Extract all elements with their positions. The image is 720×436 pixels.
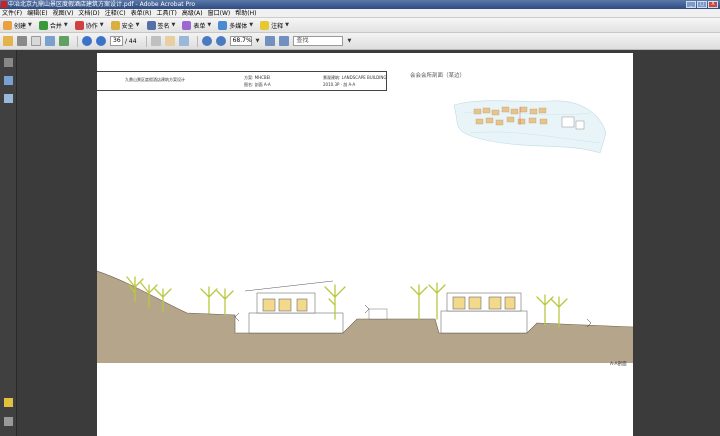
menu-forms[interactable]: 表单(R)	[131, 9, 152, 17]
comment-icon	[260, 20, 270, 30]
chevron-down-icon: ▼	[249, 22, 254, 28]
designer-line-2: 图名: 剖面 A-A	[244, 82, 271, 87]
window-title: 中冶北京九鼎山景区度假酒店建筑方案设计.pdf - Adobe Acrobat …	[8, 1, 196, 8]
select-cursor-icon[interactable]	[150, 36, 161, 46]
zoom-level-input[interactable]: 68.7%	[229, 36, 252, 46]
menu-comments[interactable]: 注释(C)	[105, 9, 126, 17]
pen-icon	[146, 20, 156, 30]
hand-tool-icon[interactable]	[164, 36, 175, 46]
section-label: A-A剖面	[610, 362, 627, 367]
comment-button[interactable]: 注释 ▼	[260, 20, 289, 30]
comments-panel-icon[interactable]	[4, 398, 13, 407]
create-pdf-icon	[3, 20, 12, 30]
secure-button[interactable]: 安全 ▼	[110, 20, 140, 30]
create-button[interactable]: 创建 ▼	[3, 20, 32, 30]
title-bar: 中冶北京九鼎山景区度假酒店建筑方案设计.pdf - Adobe Acrobat …	[0, 0, 720, 9]
combine-button[interactable]: 合并 ▼	[38, 20, 68, 30]
building-left	[244, 280, 344, 334]
chevron-down-icon: ▼	[207, 22, 212, 28]
terrain-section	[97, 271, 633, 363]
pdf-page: 九鼎山景区度假酒店建筑方案设计 方案: MHCBEI 图名: 剖面 A-A 景观…	[97, 53, 633, 436]
signatures-panel-icon[interactable]	[4, 94, 13, 103]
sign-label: 签名	[157, 22, 170, 30]
site-key-plan	[453, 100, 607, 154]
form-icon	[182, 20, 192, 30]
print-icon[interactable]	[17, 36, 27, 46]
page-count: / 44	[125, 37, 137, 45]
menu-advanced[interactable]: 高级(A)	[182, 9, 203, 17]
forms-label: 表单	[193, 22, 206, 30]
menu-window[interactable]: 窗口(W)	[208, 9, 231, 17]
collaborate-button[interactable]: 协作 ▼	[74, 20, 104, 30]
page-number-input[interactable]: 36	[110, 36, 123, 46]
combine-files-icon	[38, 20, 48, 30]
collaborate-icon	[74, 20, 84, 30]
section-drawing	[97, 270, 633, 363]
chevron-down-icon: ▼	[99, 22, 104, 28]
menu-tools[interactable]: 工具(T)	[156, 9, 176, 17]
fit-width-icon[interactable]	[279, 36, 290, 46]
chevron-down-icon: ▼	[63, 22, 68, 28]
email-icon[interactable]	[45, 36, 55, 46]
chevron-down-icon: ▼	[171, 22, 176, 28]
forms-button[interactable]: 表单 ▼	[182, 20, 212, 30]
zoom-in-icon[interactable]	[215, 36, 226, 46]
design-line-2: 2010.3P · 剖 A-A	[323, 82, 356, 87]
create-label: 创建	[14, 22, 27, 30]
design-line-1: 景观建筑: LANDSCAPE BUILDING	[323, 75, 387, 80]
share-icon[interactable]	[59, 36, 69, 46]
zoom-out-icon[interactable]	[201, 36, 212, 46]
secure-label: 安全	[121, 22, 134, 30]
maximize-button[interactable]: □	[697, 1, 707, 8]
menu-view[interactable]: 视图(V)	[53, 9, 74, 17]
multimedia-button[interactable]: 多媒体 ▼	[218, 20, 254, 30]
menu-help[interactable]: 帮助(H)	[235, 9, 256, 17]
window-controls: _ □ X	[686, 1, 718, 8]
toolbar-divider	[77, 35, 78, 47]
save-icon[interactable]	[31, 36, 41, 46]
fit-page-icon[interactable]	[265, 36, 276, 46]
combine-label: 合并	[49, 22, 62, 30]
menu-bar: 文件(F) 编辑(E) 视图(V) 文档(D) 注释(C) 表单(R) 工具(T…	[0, 9, 720, 18]
menu-edit[interactable]: 编辑(E)	[27, 9, 47, 17]
menu-file[interactable]: 文件(F)	[2, 9, 22, 17]
collaborate-label: 协作	[85, 22, 98, 30]
find-input[interactable]: 查找	[293, 36, 344, 46]
navigation-pane	[0, 50, 17, 436]
designer-line-1: 方案: MHCBEI	[244, 75, 271, 80]
chevron-down-icon[interactable]: ▼	[256, 38, 260, 44]
close-button[interactable]: X	[708, 1, 718, 8]
lock-icon	[110, 20, 120, 30]
toolbar-divider	[196, 35, 198, 47]
building-right	[440, 292, 528, 334]
attachments-panel-icon[interactable]	[4, 417, 13, 426]
task-toolbar: 创建 ▼ 合并 ▼ 协作 ▼ 安全 ▼ 签名 ▼ 表单 ▼ 多媒体 ▼ 注释 ▼	[0, 18, 720, 33]
previous-page-icon[interactable]	[82, 36, 92, 46]
toolbar-divider	[145, 35, 147, 47]
marquee-zoom-icon[interactable]	[178, 36, 189, 46]
next-page-icon[interactable]	[96, 36, 106, 46]
open-folder-icon[interactable]	[3, 36, 13, 46]
pages-panel-icon[interactable]	[4, 58, 13, 67]
comment-label: 注释	[271, 22, 284, 30]
sheet-title: 会会会所剖面（某边）	[410, 73, 466, 79]
minimize-button[interactable]: _	[686, 1, 696, 8]
project-name: 九鼎山景区度假酒店建筑方案设计	[125, 77, 185, 82]
chevron-down-icon: ▼	[135, 22, 140, 28]
bookmarks-panel-icon[interactable]	[4, 76, 13, 85]
menu-document[interactable]: 文档(D)	[78, 9, 99, 17]
title-block: 九鼎山景区度假酒店建筑方案设计 方案: MHCBEI 图名: 剖面 A-A 景观…	[97, 71, 387, 91]
multimedia-label: 多媒体	[229, 22, 248, 30]
sign-button[interactable]: 签名 ▼	[146, 20, 176, 30]
acrobat-app-icon[interactable]	[1, 1, 7, 8]
chevron-down-icon: ▼	[28, 22, 32, 28]
chevron-down-icon: ▼	[285, 22, 289, 28]
chevron-down-icon[interactable]: ▼	[347, 38, 351, 44]
navigation-toolbar: 36 / 44 68.7% ▼ 查找 ▼	[0, 33, 720, 50]
film-icon	[218, 20, 228, 30]
